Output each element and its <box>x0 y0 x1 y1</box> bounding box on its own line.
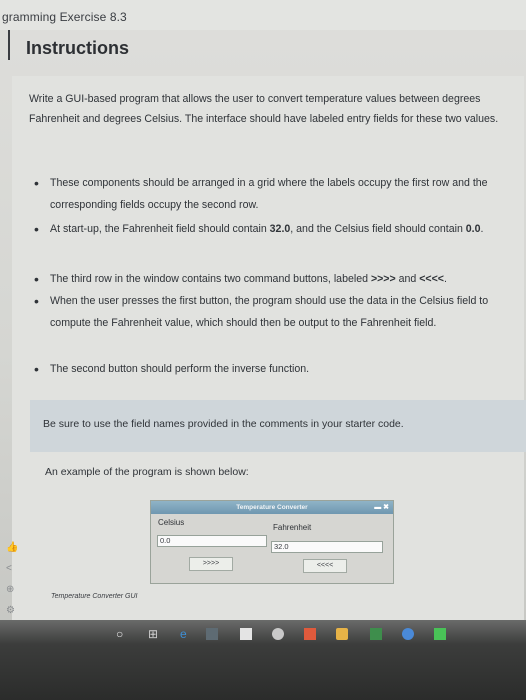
settings-icon[interactable]: ⚙ <box>6 605 15 616</box>
celsius-label: Celsius <box>158 518 185 527</box>
list-item-text: The third row in the window contains two… <box>50 273 447 285</box>
list-item-text: At start-up, the Fahrenheit field should… <box>50 223 484 235</box>
window-controls-icon: ▬ ✖ <box>374 504 389 511</box>
gui-window-title: Temperature Converter <box>236 504 308 511</box>
chrome-icon[interactable] <box>402 628 414 640</box>
celsius-field: 0.0 <box>157 535 267 547</box>
share-icon[interactable]: < <box>6 563 12 574</box>
to-fahrenheit-button: >>>> <box>189 557 233 571</box>
office-icon[interactable] <box>304 628 316 640</box>
app-icon-3[interactable] <box>370 628 382 640</box>
note-text: Be sure to use the field names provided … <box>43 418 404 430</box>
app-icon[interactable] <box>272 628 284 640</box>
bullet-icon: • <box>34 175 39 191</box>
app-icon-2[interactable] <box>336 628 348 640</box>
edge-icon[interactable]: e <box>180 627 187 641</box>
list-item-text: When the user presses the first button, … <box>50 295 489 329</box>
intro-paragraph: Write a GUI-based program that allows th… <box>29 93 499 125</box>
example-gui-window: Temperature Converter ▬ ✖ Celsius Fahren… <box>150 500 394 584</box>
start-circle-icon[interactable]: ○ <box>116 627 123 641</box>
store-icon[interactable] <box>206 628 218 640</box>
to-celsius-button: <<<< <box>303 559 347 573</box>
fahrenheit-field: 32.0 <box>271 541 383 553</box>
gui-title-bar: Temperature Converter ▬ ✖ <box>151 501 393 514</box>
list-item-text: These components should be arranged in a… <box>50 177 488 211</box>
files-icon[interactable] <box>240 628 252 640</box>
app-icon-4[interactable] <box>434 628 446 640</box>
bullet-icon: • <box>34 221 39 237</box>
bullet-icon: • <box>34 361 39 377</box>
heading-accent <box>8 30 10 60</box>
course-title-bar: gramming Exercise 8.3 <box>0 0 526 30</box>
fahrenheit-label: Fahrenheit <box>273 523 312 532</box>
example-label: An example of the program is shown below… <box>45 466 249 478</box>
taskbar <box>0 620 526 700</box>
help-icon[interactable]: ⊕ <box>6 584 14 595</box>
page-title: Instructions <box>26 38 130 58</box>
figure-caption: Temperature Converter GUI <box>51 593 138 600</box>
course-title: gramming Exercise 8.3 <box>2 10 127 24</box>
task-view-icon[interactable]: ⊞ <box>148 627 158 641</box>
list-item-text: The second button should perform the inv… <box>50 363 310 375</box>
bullet-icon: • <box>34 293 39 309</box>
thumbs-up-icon[interactable]: 👍 <box>6 542 18 553</box>
bullet-icon: • <box>34 271 39 287</box>
